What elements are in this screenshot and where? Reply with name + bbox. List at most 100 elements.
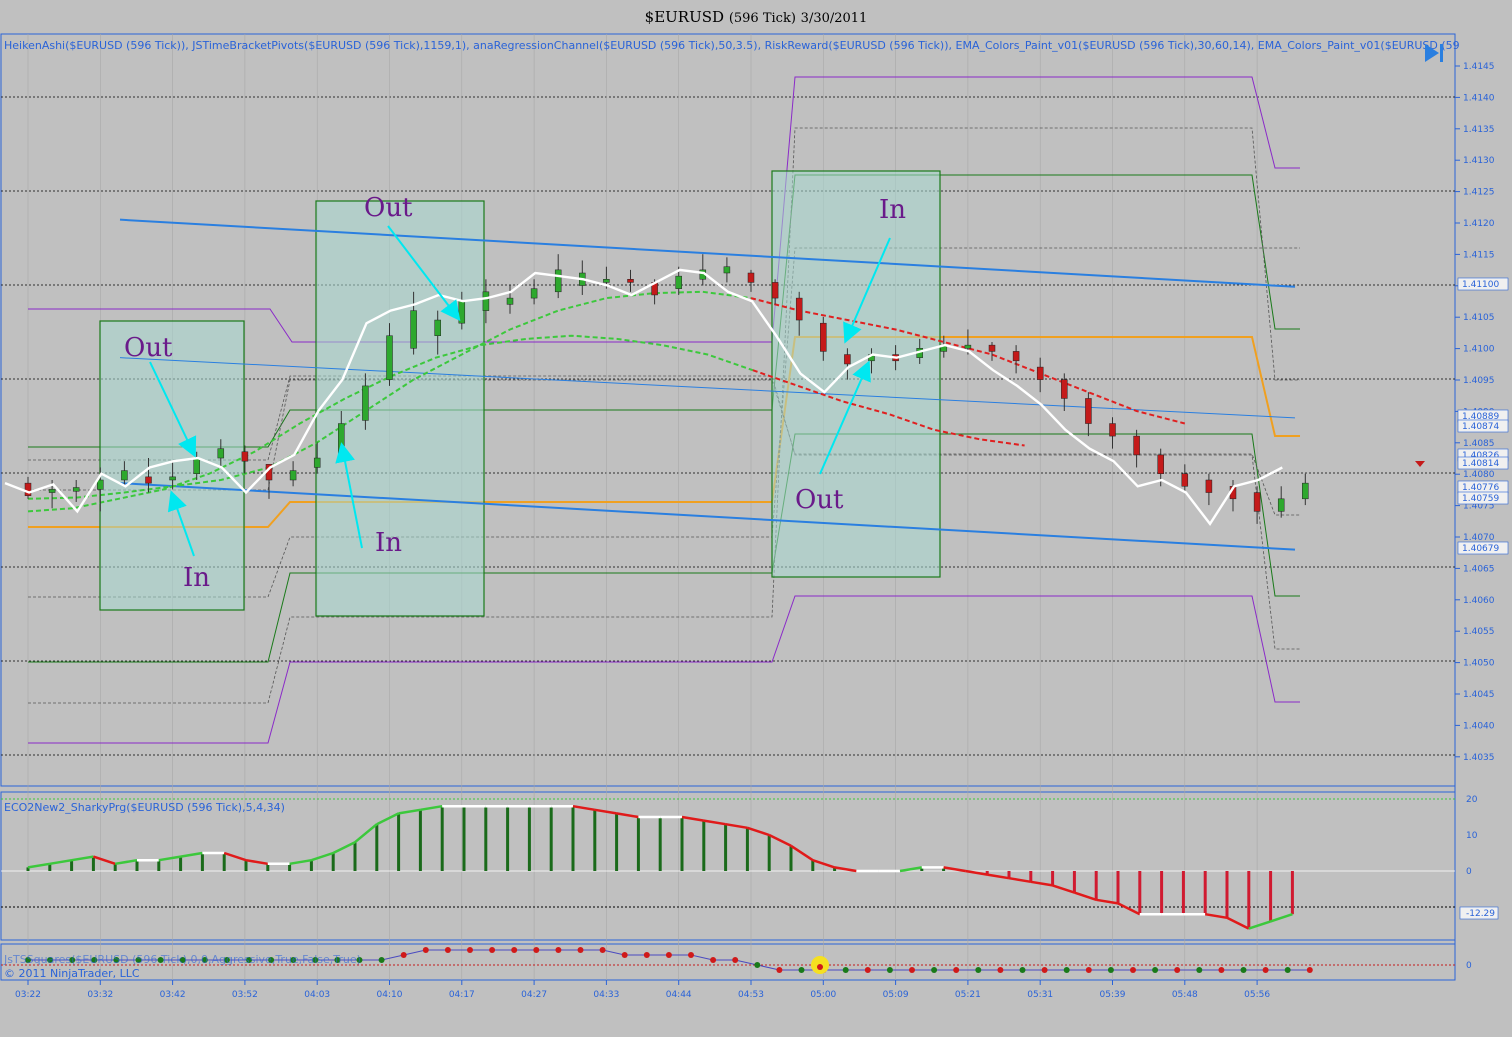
y-tick-label: 1.4085 [1463, 439, 1495, 449]
annotation-label: In [879, 195, 906, 225]
y-tick-label: 1.4120 [1463, 219, 1495, 229]
squares-dot [732, 957, 739, 963]
squares-dot [886, 967, 893, 973]
chart-title: $EURUSD (596 Tick) 3/30/2011 [0, 0, 1512, 34]
candle-body [72, 487, 80, 492]
x-tick-label: 05:31 [1027, 990, 1053, 1000]
y-tick-label: 1.4035 [1463, 753, 1495, 763]
squares-dot [1130, 967, 1136, 973]
squares-dot [864, 967, 871, 973]
candle-body [48, 489, 56, 493]
squares-dot [511, 947, 518, 953]
candle-body [1205, 479, 1213, 493]
x-tick-label: 03:42 [160, 990, 186, 1000]
squares-dot [1107, 967, 1114, 973]
x-tick-label: 05:56 [1244, 990, 1270, 1000]
candle-body [747, 272, 755, 283]
osc-tick-label: 20 [1466, 795, 1478, 805]
x-tick-label: 04:10 [377, 990, 403, 1000]
candle-body [675, 275, 682, 289]
squares-dot [643, 952, 650, 958]
y-tick-label: 1.4130 [1463, 156, 1495, 166]
squares-dot [599, 947, 606, 953]
y-tick-label: 1.4140 [1463, 93, 1495, 103]
y-tick-label: 1.4105 [1463, 313, 1495, 323]
squares-highlight-core [817, 964, 823, 970]
squares-dot [1240, 967, 1247, 973]
squares-dot [1196, 967, 1203, 973]
candle-body [24, 482, 32, 496]
candle-body [988, 344, 996, 352]
annotation-label: In [375, 528, 402, 558]
candle-body [964, 344, 972, 349]
candle-body [241, 451, 249, 462]
candle-body [1012, 351, 1020, 362]
annotation-label: Out [124, 333, 173, 363]
squares-dot [710, 957, 717, 963]
title-date: 3/30/2011 [800, 11, 868, 26]
squares-dot [1284, 967, 1291, 973]
price-label: 1.41100 [1462, 280, 1499, 290]
candle-body [193, 457, 200, 474]
y-tick-label: 1.4055 [1463, 627, 1495, 637]
x-tick-label: 05:39 [1100, 990, 1126, 1000]
candle-body [145, 476, 152, 484]
price-label: 1.40814 [1462, 459, 1499, 469]
x-tick-label: 03:52 [232, 990, 258, 1000]
squares-dot [688, 952, 694, 958]
candle-body [1253, 492, 1261, 512]
squares-dot [1306, 967, 1313, 973]
squares-dot [555, 947, 562, 953]
annotation-label: Out [364, 193, 413, 223]
title-symbol: $EURUSD [644, 8, 725, 26]
y-tick-label: 1.4040 [1463, 721, 1495, 731]
price-label: 1.40759 [1462, 494, 1499, 504]
candle-body [1061, 379, 1068, 399]
squares-dot [400, 952, 407, 958]
squares-dot [931, 967, 938, 973]
candle-body [795, 297, 803, 321]
x-tick-label: 03:32 [87, 990, 113, 1000]
trade-box [99, 320, 245, 611]
candle-body [482, 291, 490, 311]
squares-dot [1218, 967, 1225, 973]
osc-tick-label: -12.29 [1466, 909, 1495, 919]
copyright-label: © 2011 NinjaTrader, LLC [4, 967, 140, 980]
candle-body [97, 479, 104, 490]
candle-body [1085, 398, 1092, 424]
x-tick-label: 04:17 [449, 990, 475, 1000]
candle-body [627, 279, 634, 283]
squares-dot [533, 947, 540, 953]
squares-dot [1019, 967, 1026, 973]
x-tick-label: 05:48 [1172, 990, 1198, 1000]
squares-dot [1262, 967, 1269, 973]
x-tick-label: 05:21 [955, 990, 981, 1000]
candle-body [434, 319, 441, 336]
squares-dot [975, 967, 982, 973]
y-tick-label: 1.4100 [1463, 345, 1495, 355]
y-tick-label: 1.4095 [1463, 376, 1495, 386]
price-label: 1.40776 [1462, 483, 1499, 493]
x-tick-label: 04:03 [304, 990, 330, 1000]
candle-body [1302, 482, 1309, 500]
x-tick-label: 03:22 [15, 990, 41, 1000]
price-label: 1.40874 [1462, 422, 1499, 432]
squares-dot [754, 962, 761, 968]
candle-body [554, 269, 562, 293]
osc-tick-label: 0 [1466, 867, 1472, 877]
squares-dot [665, 952, 672, 958]
candle-body [1133, 435, 1140, 456]
y-tick-label: 1.4125 [1463, 188, 1495, 198]
candle-body [410, 310, 417, 349]
x-tick-label: 04:27 [521, 990, 547, 1000]
squares-dot [621, 952, 628, 958]
y-tick-label: 1.4060 [1463, 596, 1495, 606]
annotation-label: Out [795, 485, 844, 515]
y-tick-label: 1.4135 [1463, 125, 1495, 135]
candle-body [603, 279, 610, 283]
candle-body [386, 335, 393, 380]
chart-canvas[interactable]: Out In Out In In Out 1.4145 1.4140 1.4135 1.4130… [0, 0, 1512, 1037]
trade-box [771, 170, 941, 578]
candle-body [289, 470, 297, 481]
candle-body [121, 470, 128, 481]
